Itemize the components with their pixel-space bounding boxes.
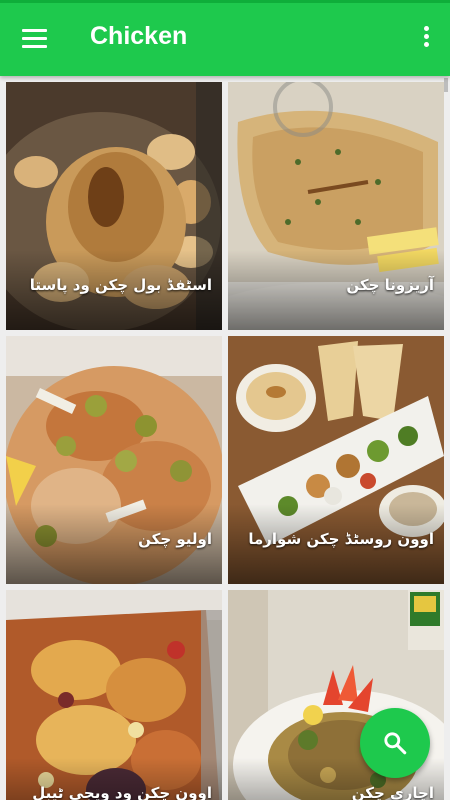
page-title: Chicken — [90, 22, 188, 50]
status-strip — [0, 0, 450, 3]
search-icon — [384, 732, 407, 755]
recipe-card[interactable]: آریزونا چکن — [228, 82, 444, 330]
more-vert-icon[interactable] — [420, 26, 432, 54]
recipe-title: اوون روسٹڈ چکن شوارما — [248, 530, 434, 548]
hamburger-menu-icon[interactable] — [18, 24, 52, 54]
recipe-title: اسٹفڈ بول چکن ود پاستا — [29, 276, 212, 294]
recipe-title: اچاری چکن — [351, 784, 434, 800]
app-bar: Chicken — [0, 0, 450, 76]
search-fab-button[interactable] — [360, 708, 430, 778]
scrollbar[interactable] — [444, 78, 448, 92]
recipe-grid: اسٹفڈ بول چکن ود پاستا آریزونا چکن اولیو… — [0, 76, 450, 800]
recipe-card[interactable]: اولیو چکن — [6, 336, 222, 584]
recipe-card[interactable]: اوون چکن ود ویجی ٹیبل — [6, 590, 222, 800]
recipe-title: اولیو چکن — [138, 530, 212, 548]
recipe-card[interactable]: اسٹفڈ بول چکن ود پاستا — [6, 82, 222, 330]
recipe-title: آریزونا چکن — [346, 276, 434, 294]
recipe-title: اوون چکن ود ویجی ٹیبل — [32, 784, 212, 800]
recipe-card[interactable]: اوون روسٹڈ چکن شوارما — [228, 336, 444, 584]
